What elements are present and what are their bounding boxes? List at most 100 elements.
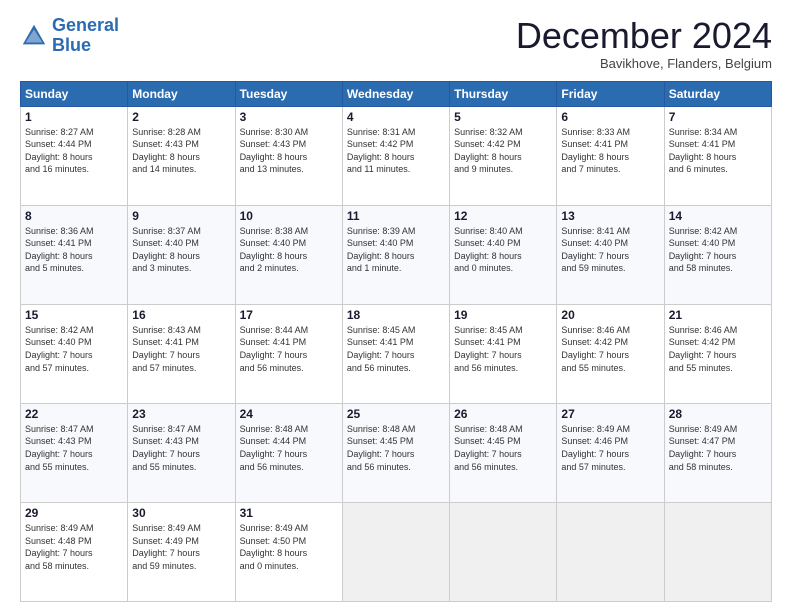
calendar-week-4: 22 Sunrise: 8:47 AM Sunset: 4:43 PM Dayli…: [21, 403, 772, 502]
day-info: Sunrise: 8:36 AM Sunset: 4:41 PM Dayligh…: [25, 225, 123, 275]
day-number: 7: [669, 110, 767, 124]
calendar-cell: 29Sunrise: 8:49 AM Sunset: 4:48 PM Dayli…: [21, 502, 128, 601]
calendar-week-1: 1Sunrise: 8:27 AM Sunset: 4:44 PM Daylig…: [21, 106, 772, 205]
day-number: 29: [25, 506, 123, 520]
day-info: Sunrise: 8:48 AM Sunset: 4:44 PM Dayligh…: [240, 423, 338, 473]
calendar-cell: 23 Sunrise: 8:47 AM Sunset: 4:43 PM Dayli…: [128, 403, 235, 502]
day-number: 13: [561, 209, 659, 223]
day-info: Sunrise: 8:49 AM Sunset: 4:47 PM Dayligh…: [669, 423, 767, 473]
calendar-header-row: SundayMondayTuesdayWednesdayThursdayFrid…: [21, 81, 772, 106]
calendar-cell: 2 Sunrise: 8:28 AM Sunset: 4:43 PM Daylig…: [128, 106, 235, 205]
day-info: Sunrise: 8:34 AM Sunset: 4:41 PM Dayligh…: [669, 126, 767, 176]
day-info: Sunrise: 8:47 AM Sunset: 4:43 PM Dayligh…: [132, 423, 230, 473]
day-number: 19: [454, 308, 552, 322]
day-number: 23: [132, 407, 230, 421]
day-number: 20: [561, 308, 659, 322]
day-info: Sunrise: 8:48 AM Sunset: 4:45 PM Dayligh…: [347, 423, 445, 473]
day-number: 25: [347, 407, 445, 421]
day-number: 30: [132, 506, 230, 520]
calendar-cell: 4 Sunrise: 8:31 AM Sunset: 4:42 PM Daylig…: [342, 106, 449, 205]
calendar-cell: 5 Sunrise: 8:32 AM Sunset: 4:42 PM Daylig…: [450, 106, 557, 205]
day-number: 15: [25, 308, 123, 322]
day-info: Sunrise: 8:45 AM Sunset: 4:41 PM Dayligh…: [454, 324, 552, 374]
calendar-cell: 11 Sunrise: 8:39 AM Sunset: 4:40 PM Dayli…: [342, 205, 449, 304]
day-number: 16: [132, 308, 230, 322]
month-title: December 2024: [516, 16, 772, 56]
calendar-cell: 21Sunrise: 8:46 AM Sunset: 4:42 PM Dayli…: [664, 304, 771, 403]
day-info: Sunrise: 8:39 AM Sunset: 4:40 PM Dayligh…: [347, 225, 445, 275]
day-number: 24: [240, 407, 338, 421]
calendar-cell: 31 Sunrise: 8:49 AM Sunset: 4:50 PM Dayli…: [235, 502, 342, 601]
day-number: 17: [240, 308, 338, 322]
day-number: 12: [454, 209, 552, 223]
calendar-cell: 18Sunrise: 8:45 AM Sunset: 4:41 PM Dayli…: [342, 304, 449, 403]
day-info: Sunrise: 8:49 AM Sunset: 4:49 PM Dayligh…: [132, 522, 230, 572]
calendar-cell: 3 Sunrise: 8:30 AM Sunset: 4:43 PM Daylig…: [235, 106, 342, 205]
header: General Blue December 2024 Bavikhove, Fl…: [20, 16, 772, 71]
day-number: 4: [347, 110, 445, 124]
day-number: 5: [454, 110, 552, 124]
calendar-week-2: 8Sunrise: 8:36 AM Sunset: 4:41 PM Daylig…: [21, 205, 772, 304]
day-info: Sunrise: 8:38 AM Sunset: 4:40 PM Dayligh…: [240, 225, 338, 275]
col-header-sunday: Sunday: [21, 81, 128, 106]
calendar-week-3: 15Sunrise: 8:42 AM Sunset: 4:40 PM Dayli…: [21, 304, 772, 403]
day-info: Sunrise: 8:28 AM Sunset: 4:43 PM Dayligh…: [132, 126, 230, 176]
day-info: Sunrise: 8:49 AM Sunset: 4:50 PM Dayligh…: [240, 522, 338, 572]
day-info: Sunrise: 8:46 AM Sunset: 4:42 PM Dayligh…: [561, 324, 659, 374]
day-info: Sunrise: 8:42 AM Sunset: 4:40 PM Dayligh…: [669, 225, 767, 275]
calendar-cell: 26 Sunrise: 8:48 AM Sunset: 4:45 PM Dayli…: [450, 403, 557, 502]
day-number: 18: [347, 308, 445, 322]
day-number: 1: [25, 110, 123, 124]
day-number: 27: [561, 407, 659, 421]
col-header-saturday: Saturday: [664, 81, 771, 106]
logo-blue: Blue: [52, 35, 91, 55]
calendar-cell: 22 Sunrise: 8:47 AM Sunset: 4:43 PM Dayli…: [21, 403, 128, 502]
day-info: Sunrise: 8:44 AM Sunset: 4:41 PM Dayligh…: [240, 324, 338, 374]
title-block: December 2024 Bavikhove, Flanders, Belgi…: [516, 16, 772, 71]
day-number: 10: [240, 209, 338, 223]
day-number: 28: [669, 407, 767, 421]
location-subtitle: Bavikhove, Flanders, Belgium: [516, 56, 772, 71]
day-info: Sunrise: 8:32 AM Sunset: 4:42 PM Dayligh…: [454, 126, 552, 176]
day-number: 3: [240, 110, 338, 124]
day-number: 11: [347, 209, 445, 223]
day-number: 14: [669, 209, 767, 223]
calendar-cell: [342, 502, 449, 601]
day-number: 2: [132, 110, 230, 124]
calendar-cell: 24 Sunrise: 8:48 AM Sunset: 4:44 PM Dayli…: [235, 403, 342, 502]
day-number: 9: [132, 209, 230, 223]
day-info: Sunrise: 8:48 AM Sunset: 4:45 PM Dayligh…: [454, 423, 552, 473]
calendar-cell: 28 Sunrise: 8:49 AM Sunset: 4:47 PM Dayli…: [664, 403, 771, 502]
day-number: 31: [240, 506, 338, 520]
day-info: Sunrise: 8:49 AM Sunset: 4:46 PM Dayligh…: [561, 423, 659, 473]
calendar-cell: 25 Sunrise: 8:48 AM Sunset: 4:45 PM Dayli…: [342, 403, 449, 502]
day-info: Sunrise: 8:30 AM Sunset: 4:43 PM Dayligh…: [240, 126, 338, 176]
calendar-cell: 13 Sunrise: 8:41 AM Sunset: 4:40 PM Dayli…: [557, 205, 664, 304]
col-header-tuesday: Tuesday: [235, 81, 342, 106]
calendar-cell: 10 Sunrise: 8:38 AM Sunset: 4:40 PM Dayli…: [235, 205, 342, 304]
logo-text: General Blue: [52, 16, 119, 56]
calendar-table: SundayMondayTuesdayWednesdayThursdayFrid…: [20, 81, 772, 602]
calendar-cell: 17 Sunrise: 8:44 AM Sunset: 4:41 PM Dayli…: [235, 304, 342, 403]
day-info: Sunrise: 8:41 AM Sunset: 4:40 PM Dayligh…: [561, 225, 659, 275]
col-header-friday: Friday: [557, 81, 664, 106]
logo-general: General: [52, 15, 119, 35]
col-header-monday: Monday: [128, 81, 235, 106]
calendar-cell: 15Sunrise: 8:42 AM Sunset: 4:40 PM Dayli…: [21, 304, 128, 403]
calendar-cell: 20 Sunrise: 8:46 AM Sunset: 4:42 PM Dayli…: [557, 304, 664, 403]
day-info: Sunrise: 8:43 AM Sunset: 4:41 PM Dayligh…: [132, 324, 230, 374]
day-number: 26: [454, 407, 552, 421]
calendar-cell: 27 Sunrise: 8:49 AM Sunset: 4:46 PM Dayli…: [557, 403, 664, 502]
calendar-cell: [557, 502, 664, 601]
calendar-cell: [450, 502, 557, 601]
col-header-wednesday: Wednesday: [342, 81, 449, 106]
day-info: Sunrise: 8:31 AM Sunset: 4:42 PM Dayligh…: [347, 126, 445, 176]
calendar-cell: 1Sunrise: 8:27 AM Sunset: 4:44 PM Daylig…: [21, 106, 128, 205]
day-number: 22: [25, 407, 123, 421]
logo-icon: [20, 22, 48, 50]
day-info: Sunrise: 8:47 AM Sunset: 4:43 PM Dayligh…: [25, 423, 123, 473]
calendar-cell: 30 Sunrise: 8:49 AM Sunset: 4:49 PM Dayli…: [128, 502, 235, 601]
page: General Blue December 2024 Bavikhove, Fl…: [0, 0, 792, 612]
day-info: Sunrise: 8:37 AM Sunset: 4:40 PM Dayligh…: [132, 225, 230, 275]
calendar-cell: 6Sunrise: 8:33 AM Sunset: 4:41 PM Daylig…: [557, 106, 664, 205]
